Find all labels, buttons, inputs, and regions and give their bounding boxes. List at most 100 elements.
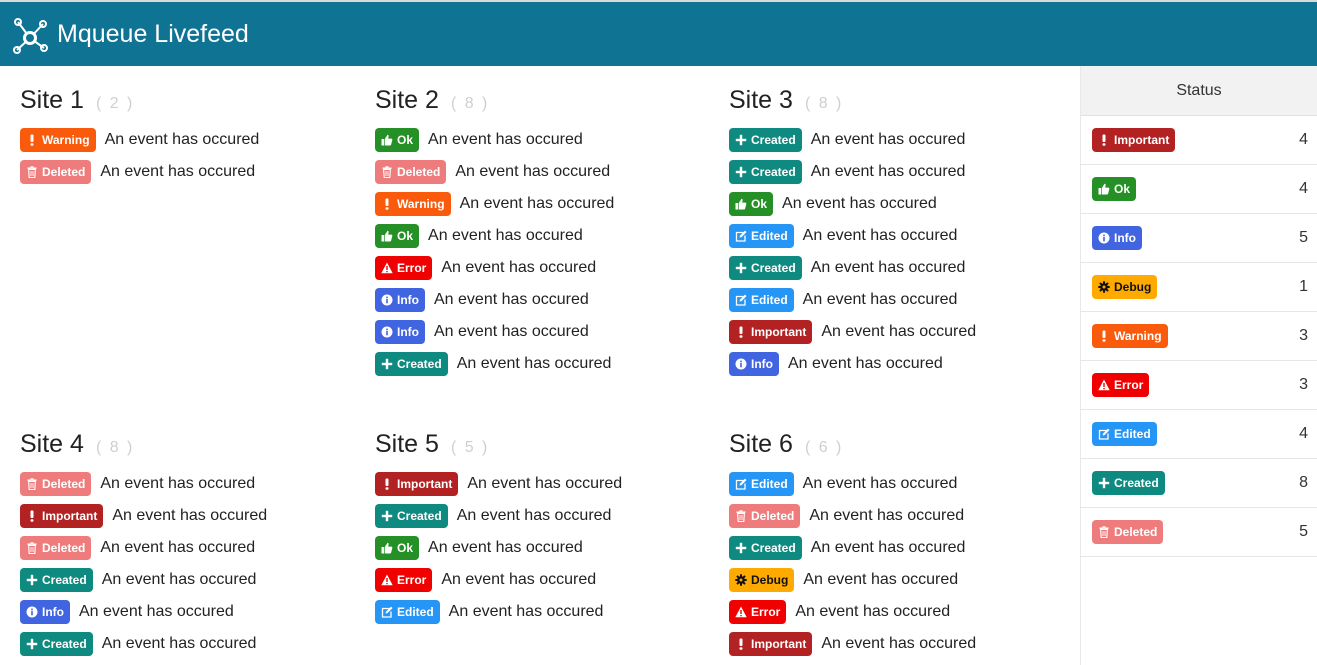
event-item: Deleted An event has occured xyxy=(20,532,360,564)
event-item: Debug An event has occured xyxy=(729,564,1069,596)
event-item: Created An event has occured xyxy=(20,564,360,596)
alert-triangle-icon xyxy=(381,262,393,274)
edited-badge: Edited xyxy=(1092,422,1157,446)
important-badge: Important xyxy=(375,472,459,496)
status-count: 5 xyxy=(1299,523,1308,540)
important-badge: Important xyxy=(20,504,104,528)
created-badge: Created xyxy=(20,632,93,656)
site-event-count: ( 5 ) xyxy=(450,439,490,456)
ok-badge: Ok xyxy=(729,192,774,216)
thumbs-up-icon xyxy=(381,230,393,242)
alert-triangle-icon xyxy=(1098,379,1110,391)
badge-label: Important xyxy=(751,637,807,651)
event-text: An event has occured xyxy=(802,291,958,308)
event-text: An event has occured xyxy=(101,571,257,588)
debug-badge: Debug xyxy=(1092,275,1158,299)
event-item: Info An event has occured xyxy=(375,316,715,348)
badge-label: Info xyxy=(397,325,419,339)
site-name: Site 1 xyxy=(20,86,84,114)
event-item: Deleted An event has occured xyxy=(375,156,715,188)
event-text: An event has occured xyxy=(79,603,234,620)
info-badge: Info xyxy=(1092,226,1142,250)
badge-label: Info xyxy=(42,605,64,619)
deleted-badge: Deleted xyxy=(20,472,92,496)
event-item: Edited An event has occured xyxy=(729,284,1069,316)
badge-label: Ok xyxy=(397,133,414,147)
plus-icon xyxy=(735,166,747,178)
status-list: Important 4 Ok 4 Info 5 Debug 1 Warning 3 Error 3 Ed… xyxy=(1081,116,1317,557)
created-badge: Created xyxy=(20,568,93,592)
event-text: An event has occured xyxy=(100,475,256,492)
trash-icon xyxy=(26,166,38,178)
badge-label: Error xyxy=(397,261,427,275)
event-item: Created An event has occured xyxy=(729,156,1069,188)
error-badge: Error xyxy=(729,600,787,624)
event-text: An event has occured xyxy=(810,539,966,556)
event-list: Created An event has occured Created An eve… xyxy=(729,124,1069,380)
site-name: Site 5 xyxy=(375,430,439,458)
status-count: 4 xyxy=(1299,131,1308,148)
status-row-error: Error 3 xyxy=(1081,361,1317,410)
info-circle-icon xyxy=(1098,232,1110,244)
event-item: Created An event has occured xyxy=(375,500,715,532)
badge-label: Error xyxy=(1114,378,1144,392)
exclamation-icon xyxy=(381,198,393,210)
ok-badge: Ok xyxy=(375,224,420,248)
badge-label: Edited xyxy=(751,229,788,243)
network-logo-icon xyxy=(13,18,48,54)
created-badge: Created xyxy=(1092,471,1165,495)
created-badge: Created xyxy=(729,128,802,152)
important-badge: Important xyxy=(1092,128,1176,152)
badge-label: Edited xyxy=(397,605,434,619)
info-circle-icon xyxy=(381,294,393,306)
top-bar: Mqueue Livefeed xyxy=(0,0,1317,66)
warning-badge: Warning xyxy=(1092,324,1168,348)
deleted-badge: Deleted xyxy=(1092,520,1164,544)
event-item: Important An event has occured xyxy=(20,500,360,532)
event-text: An event has occured xyxy=(112,507,268,524)
edit-icon xyxy=(381,606,393,618)
event-text: An event has occured xyxy=(455,163,611,180)
site-panel-2: Site 2( 8 ) Ok An event has occured Delete… xyxy=(375,86,715,380)
badge-label: Created xyxy=(1114,476,1159,490)
thumbs-up-icon xyxy=(381,134,393,146)
badge-label: Error xyxy=(751,605,781,619)
site-event-count: ( 8 ) xyxy=(450,95,490,112)
ok-badge: Ok xyxy=(375,128,420,152)
site-panel-6: Site 6( 6 ) Edited An event has occured De… xyxy=(729,430,1069,660)
alert-triangle-icon xyxy=(735,606,747,618)
site-panel-3: Site 3( 8 ) Created An event has occured C… xyxy=(729,86,1069,380)
site-name: Site 6 xyxy=(729,430,793,458)
badge-label: Deleted xyxy=(42,477,86,491)
edit-icon xyxy=(1098,428,1110,440)
event-text: An event has occured xyxy=(441,259,597,276)
deleted-badge: Deleted xyxy=(375,160,447,184)
status-row-warning: Warning 3 xyxy=(1081,312,1317,361)
event-item: Deleted An event has occured xyxy=(729,500,1069,532)
badge-label: Ok xyxy=(1114,182,1131,196)
event-item: Edited An event has occured xyxy=(729,468,1069,500)
badge-label: Important xyxy=(751,325,807,339)
exclamation-icon xyxy=(735,638,747,650)
event-text: An event has occured xyxy=(104,131,260,148)
info-badge: Info xyxy=(375,320,425,344)
event-item: Info An event has occured xyxy=(20,596,360,628)
plus-icon xyxy=(735,542,747,554)
badge-label: Ok xyxy=(397,541,414,555)
badge-label: Warning xyxy=(397,197,445,211)
event-list: Important An event has occured Created An e… xyxy=(375,468,715,628)
site-panel-5: Site 5 ( 5 ) Important An event has occure… xyxy=(375,430,715,628)
trash-icon xyxy=(26,542,38,554)
event-item: Edited An event has occured xyxy=(729,220,1069,252)
badge-label: Warning xyxy=(1114,329,1162,343)
event-text: An event has occured xyxy=(428,227,583,244)
event-item: Error An event has occured xyxy=(375,564,715,596)
event-item: Deleted An event has occured xyxy=(20,468,360,500)
created-badge: Created xyxy=(729,160,802,184)
info-badge: Info xyxy=(375,288,425,312)
thumbs-up-icon xyxy=(381,542,393,554)
site-event-count: ( 2 ) xyxy=(95,95,135,112)
status-row-ok: Ok 4 xyxy=(1081,165,1317,214)
event-list: Warning An event has occured Deleted An eve… xyxy=(20,124,360,188)
site-panel-4: Site 4( 8 ) Deleted An event has occured I… xyxy=(20,430,360,660)
